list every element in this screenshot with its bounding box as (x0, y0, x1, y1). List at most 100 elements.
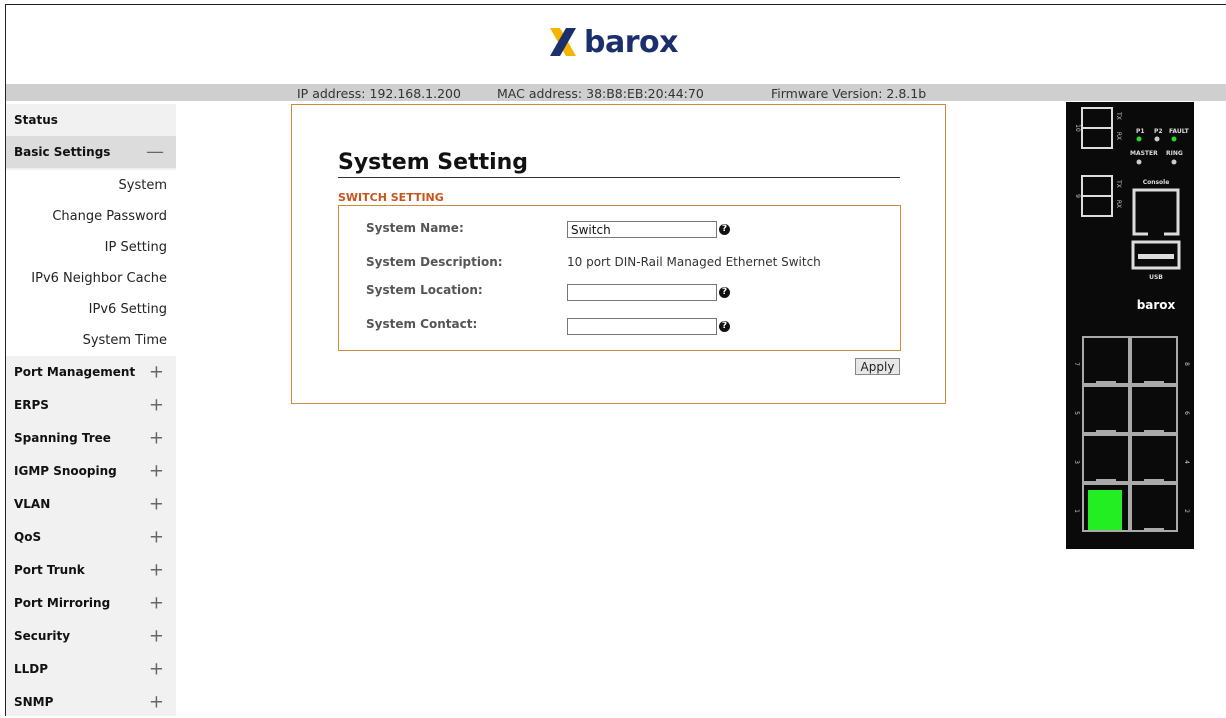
active-link-indicator (1088, 490, 1122, 530)
sidebar-item-label: Security (14, 629, 71, 643)
sidebar-item-security[interactable]: Security + (6, 620, 176, 652)
expand-icon[interactable]: + (149, 527, 164, 548)
rj45-port-3[interactable] (1084, 436, 1128, 482)
expand-icon[interactable]: + (149, 626, 164, 647)
rj45-port-2[interactable] (1132, 485, 1176, 531)
expand-icon[interactable]: + (149, 494, 164, 515)
sfp-port-label: 9 (1074, 194, 1081, 198)
sidebar-item-label: Status (14, 113, 58, 127)
rj45-port-7[interactable] (1084, 338, 1128, 384)
system-name-input[interactable] (567, 221, 717, 238)
led-master-label: MASTER (1130, 150, 1158, 157)
sidebar-item-spanning-tree[interactable]: Spanning Tree + (6, 422, 176, 454)
led-master-icon (1136, 159, 1142, 165)
sidebar-item-label: Spanning Tree (14, 431, 111, 445)
ip-address: IP address: 192.168.1.200 (297, 86, 461, 101)
sidebar-item-label: Port Trunk (14, 563, 85, 577)
sidebar-item-label: LLDP (14, 662, 49, 676)
barox-x-icon (550, 28, 576, 56)
port-number-label: 3 (1073, 460, 1080, 464)
sidebar-subitem-ip-setting[interactable]: IP Setting (6, 232, 176, 263)
sidebar-item-port-trunk[interactable]: Port Trunk + (6, 554, 176, 586)
led-fault-label: FAULT (1169, 128, 1190, 135)
led-p2-label: P2 (1154, 128, 1163, 135)
sidebar-item-igmp-snooping[interactable]: IGMP Snooping + (6, 455, 176, 487)
rj45-port-8[interactable] (1132, 338, 1176, 384)
sidebar-item-label: Port Management (14, 365, 136, 379)
title-divider (338, 177, 900, 178)
sidebar-item-qos[interactable]: QoS + (6, 521, 176, 553)
led-p2-icon (1154, 136, 1160, 142)
sidebar-subitem-system-time[interactable]: System Time (6, 325, 176, 356)
page-title: System Setting (338, 150, 529, 175)
expand-icon[interactable]: + (149, 428, 164, 449)
port-number-label: 8 (1183, 362, 1190, 366)
sfp-port-label: 10 (1074, 124, 1081, 132)
help-icon[interactable]: ? (719, 224, 730, 235)
sidebar-subitem-system[interactable]: System (6, 170, 176, 201)
sidebar-subitem-ipv6-neighbor-cache[interactable]: IPv6 Neighbor Cache (6, 263, 176, 294)
system-name-label: System Name: (366, 221, 464, 235)
expand-icon[interactable]: + (149, 395, 164, 416)
rj45-port-6[interactable] (1132, 387, 1176, 433)
sidebar-item-label: Port Mirroring (14, 596, 111, 610)
sidebar-item-lldp[interactable]: LLDP + (6, 653, 176, 685)
expand-icon[interactable]: + (149, 659, 164, 680)
rj45-port-4[interactable] (1132, 436, 1176, 482)
rj45-port-5[interactable] (1084, 387, 1128, 433)
sidebar: Status Basic Settings — System Change Pa… (6, 104, 176, 716)
section-heading: SWITCH SETTING (338, 191, 444, 204)
rx-label: RX (1115, 132, 1122, 140)
expand-icon[interactable]: + (149, 560, 164, 581)
brand-logo: barox (548, 22, 678, 62)
rj45-port-1[interactable] (1084, 485, 1128, 530)
sidebar-item-label: VLAN (14, 497, 51, 511)
help-icon[interactable]: ? (719, 287, 730, 298)
port-number-label: 2 (1183, 509, 1190, 513)
expand-icon[interactable]: + (149, 362, 164, 383)
device-brand: barox (1137, 298, 1176, 312)
system-description-value: 10 port DIN-Rail Managed Ethernet Switch (567, 255, 821, 269)
sidebar-item-vlan[interactable]: VLAN + (6, 488, 176, 520)
led-p1-label: P1 (1136, 128, 1145, 135)
help-icon[interactable]: ? (719, 321, 730, 332)
sidebar-subitem-change-password[interactable]: Change Password (6, 201, 176, 232)
console-label: Console (1143, 179, 1170, 186)
expand-icon[interactable]: + (149, 692, 164, 713)
tx-label: TX (1115, 111, 1122, 120)
led-ring-icon (1171, 159, 1177, 165)
sidebar-item-port-mirroring[interactable]: Port Mirroring + (6, 587, 176, 619)
sidebar-item-label: Basic Settings (14, 145, 111, 159)
led-ring-label: RING (1166, 150, 1183, 157)
port-number-label: 6 (1183, 411, 1190, 415)
sidebar-item-status[interactable]: Status (6, 104, 176, 136)
brand-name: barox (584, 24, 678, 60)
system-description-label: System Description: (366, 255, 503, 269)
mac-address: MAC address: 38:B8:EB:20:44:70 (497, 86, 704, 101)
expand-icon[interactable]: + (149, 593, 164, 614)
usb-label: USB (1149, 274, 1163, 281)
expand-icon[interactable]: + (149, 461, 164, 482)
apply-button[interactable]: Apply (855, 358, 900, 375)
sidebar-item-label: ERPS (14, 398, 49, 412)
sidebar-item-basic-settings[interactable]: Basic Settings — (6, 136, 176, 168)
tx-label: TX (1115, 179, 1122, 188)
firmware-version: Firmware Version: 2.8.1b (771, 86, 927, 101)
port-number-label: 1 (1073, 509, 1080, 513)
sidebar-item-port-management[interactable]: Port Management + (6, 356, 176, 388)
system-location-label: System Location: (366, 283, 483, 297)
collapse-icon[interactable]: — (146, 142, 164, 163)
sidebar-item-snmp[interactable]: SNMP + (6, 686, 176, 718)
port-number-label: 4 (1183, 460, 1190, 464)
rx-label: RX (1115, 200, 1122, 208)
led-fault-icon (1171, 136, 1177, 142)
sidebar-item-label: IGMP Snooping (14, 464, 117, 478)
system-contact-label: System Contact: (366, 317, 478, 331)
sidebar-item-label: QoS (14, 530, 42, 544)
port-number-label: 5 (1073, 411, 1080, 415)
sidebar-item-erps[interactable]: ERPS + (6, 389, 176, 421)
system-contact-input[interactable] (567, 318, 717, 335)
system-location-input[interactable] (567, 284, 717, 301)
led-p1-icon (1136, 136, 1142, 142)
sidebar-subitem-ipv6-setting[interactable]: IPv6 Setting (6, 294, 176, 325)
